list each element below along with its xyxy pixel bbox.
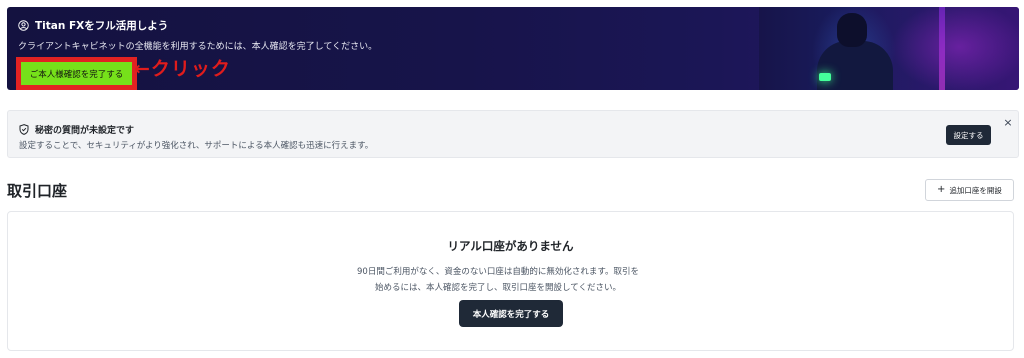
trading-accounts-title: 取引口座: [7, 182, 68, 200]
empty-state-title: リアル口座がありません: [447, 239, 574, 253]
complete-identity-verification-button[interactable]: 本人確認を完了する: [459, 300, 563, 327]
neon-light-decoration: [939, 7, 945, 90]
banner-title-row: Titan FXをフル活用しよう: [18, 18, 168, 33]
banner-description: クライアントキャビネットの全機能を利用するためには、本人確認を完了してください。: [18, 42, 378, 52]
set-security-question-button[interactable]: 設定する: [946, 125, 991, 145]
complete-verification-button[interactable]: ご本人様確認を完了する: [21, 62, 132, 85]
cta-highlight-frame: ご本人様確認を完了する: [16, 57, 137, 90]
shield-check-icon: [19, 124, 29, 135]
notice-title-row: 秘密の質問が未設定です: [19, 123, 134, 136]
notice-description: 設定することで、セキュリティがより強化され、サポートによる本人確認も迅速に行えま…: [19, 141, 374, 151]
close-icon[interactable]: ×: [1002, 117, 1014, 129]
banner-photo: [759, 7, 1019, 90]
phone-glow: [819, 73, 831, 81]
person-silhouette-body: [817, 41, 893, 90]
open-additional-account-button[interactable]: + 追加口座を開設: [925, 179, 1014, 201]
user-circle-icon: [18, 20, 29, 31]
security-question-notice: 秘密の質問が未設定です 設定することで、セキュリティがより強化され、サポートによ…: [7, 110, 1019, 158]
banner-title: Titan FXをフル活用しよう: [35, 20, 169, 32]
plus-icon: +: [937, 184, 946, 195]
notice-title: 秘密の質問が未設定です: [35, 126, 135, 136]
click-arrow-annotation: ←クリック: [134, 58, 231, 80]
person-silhouette-head: [837, 13, 867, 47]
add-account-label: 追加口座を開設: [949, 185, 1002, 195]
empty-state-description: 90日間ご利用がなく、資金のない口座は自動的に無効化されます。取引を始めるには、…: [357, 267, 639, 293]
empty-accounts-card: リアル口座がありません 90日間ご利用がなく、資金のない口座は自動的に無効化され…: [7, 211, 1014, 351]
